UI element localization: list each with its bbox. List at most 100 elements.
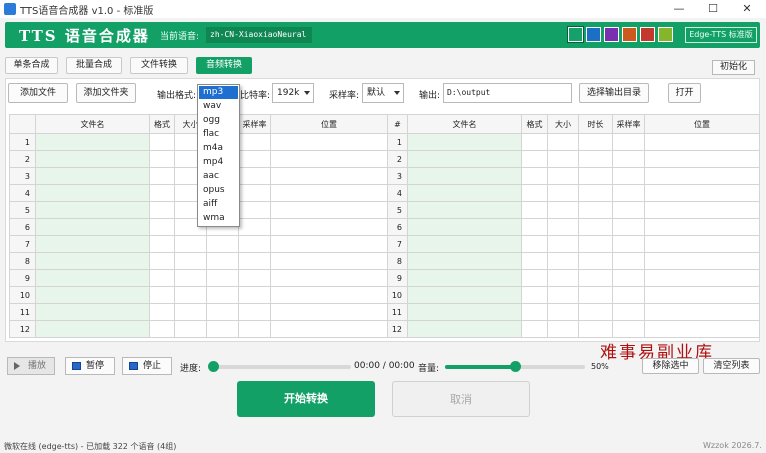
table-row[interactable]: 7 (9, 235, 388, 253)
table-cell[interactable] (270, 235, 388, 253)
table-cell[interactable] (547, 201, 579, 219)
table-cell[interactable] (547, 133, 579, 151)
row-number[interactable]: 11 (9, 303, 36, 321)
format-option-ogg[interactable]: ogg (199, 114, 238, 127)
table-cell[interactable] (644, 286, 760, 304)
filename-cell[interactable] (407, 286, 522, 304)
table-cell[interactable] (174, 320, 207, 338)
table-cell[interactable] (578, 218, 613, 236)
maximize-button[interactable]: ☐ (696, 0, 730, 18)
table-cell[interactable] (578, 150, 613, 168)
table-cell[interactable] (521, 303, 548, 321)
table-cell[interactable] (521, 269, 548, 287)
table-cell[interactable] (270, 252, 388, 270)
right-header-0[interactable]: # (387, 114, 408, 134)
table-cell[interactable] (612, 252, 645, 270)
left-header-6[interactable]: 位置 (270, 114, 388, 134)
table-cell[interactable] (612, 201, 645, 219)
tab-file-conversion[interactable]: 文件转换 (130, 57, 188, 74)
filename-cell[interactable] (407, 303, 522, 321)
right-header-3[interactable]: 大小 (547, 114, 579, 134)
filename-cell[interactable] (35, 167, 150, 185)
table-cell[interactable] (644, 235, 760, 253)
filename-cell[interactable] (35, 269, 150, 287)
table-cell[interactable] (521, 133, 548, 151)
table-cell[interactable] (547, 286, 579, 304)
table-cell[interactable] (270, 150, 388, 168)
clear-list-button[interactable]: 清空列表 (703, 358, 760, 374)
table-cell[interactable] (521, 320, 548, 338)
row-number[interactable]: 7 (9, 235, 36, 253)
table-cell[interactable] (174, 286, 207, 304)
table-cell[interactable] (149, 286, 175, 304)
table-cell[interactable] (270, 286, 388, 304)
row-number[interactable]: 3 (387, 167, 408, 185)
filename-cell[interactable] (407, 184, 522, 202)
table-cell[interactable] (521, 218, 548, 236)
theme-swatch-lime[interactable] (658, 27, 673, 42)
table-cell[interactable] (547, 218, 579, 236)
table-row[interactable]: 4 (387, 184, 760, 202)
table-cell[interactable] (238, 167, 271, 185)
table-cell[interactable] (206, 235, 239, 253)
table-cell[interactable] (612, 303, 645, 321)
format-option-m4a[interactable]: m4a (199, 142, 238, 155)
table-cell[interactable] (149, 218, 175, 236)
table-cell[interactable] (578, 133, 613, 151)
table-cell[interactable] (174, 235, 207, 253)
table-cell[interactable] (270, 303, 388, 321)
row-number[interactable]: 3 (9, 167, 36, 185)
table-cell[interactable] (521, 252, 548, 270)
table-cell[interactable] (612, 218, 645, 236)
table-cell[interactable] (547, 303, 579, 321)
table-cell[interactable] (149, 235, 175, 253)
table-cell[interactable] (206, 320, 239, 338)
filename-cell[interactable] (35, 150, 150, 168)
table-cell[interactable] (578, 184, 613, 202)
filename-cell[interactable] (407, 320, 522, 338)
row-number[interactable]: 2 (9, 150, 36, 168)
filename-cell[interactable] (35, 201, 150, 219)
table-cell[interactable] (644, 201, 760, 219)
table-row[interactable]: 1 (387, 133, 760, 151)
table-cell[interactable] (521, 150, 548, 168)
row-number[interactable]: 6 (9, 218, 36, 236)
add-file-button[interactable]: 添加文件 (8, 83, 68, 103)
row-number[interactable]: 11 (387, 303, 408, 321)
table-cell[interactable] (521, 201, 548, 219)
filename-cell[interactable] (407, 218, 522, 236)
table-cell[interactable] (149, 133, 175, 151)
row-number[interactable]: 9 (387, 269, 408, 287)
table-row[interactable]: 12 (9, 320, 388, 338)
table-cell[interactable] (238, 269, 271, 287)
table-cell[interactable] (206, 269, 239, 287)
row-number[interactable]: 10 (9, 286, 36, 304)
theme-swatch-red[interactable] (640, 27, 655, 42)
table-row[interactable]: 3 (387, 167, 760, 185)
tab-single-synthesis[interactable]: 单条合成 (5, 57, 58, 74)
filename-cell[interactable] (407, 235, 522, 253)
table-cell[interactable] (149, 269, 175, 287)
play-button[interactable]: 播放 (7, 357, 55, 375)
table-cell[interactable] (238, 201, 271, 219)
row-number[interactable]: 10 (387, 286, 408, 304)
table-cell[interactable] (270, 269, 388, 287)
row-number[interactable]: 12 (9, 320, 36, 338)
table-cell[interactable] (578, 252, 613, 270)
table-cell[interactable] (644, 150, 760, 168)
table-row[interactable]: 10 (387, 286, 760, 304)
table-cell[interactable] (612, 269, 645, 287)
filename-cell[interactable] (35, 235, 150, 253)
table-cell[interactable] (644, 218, 760, 236)
filename-cell[interactable] (407, 150, 522, 168)
table-cell[interactable] (578, 303, 613, 321)
table-cell[interactable] (270, 167, 388, 185)
table-row[interactable]: 11 (9, 303, 388, 321)
open-output-button[interactable]: 打开 (668, 83, 701, 103)
volume-knob[interactable] (510, 361, 521, 372)
table-cell[interactable] (547, 320, 579, 338)
table-cell[interactable] (149, 303, 175, 321)
table-cell[interactable] (238, 150, 271, 168)
table-cell[interactable] (521, 167, 548, 185)
table-cell[interactable] (270, 201, 388, 219)
